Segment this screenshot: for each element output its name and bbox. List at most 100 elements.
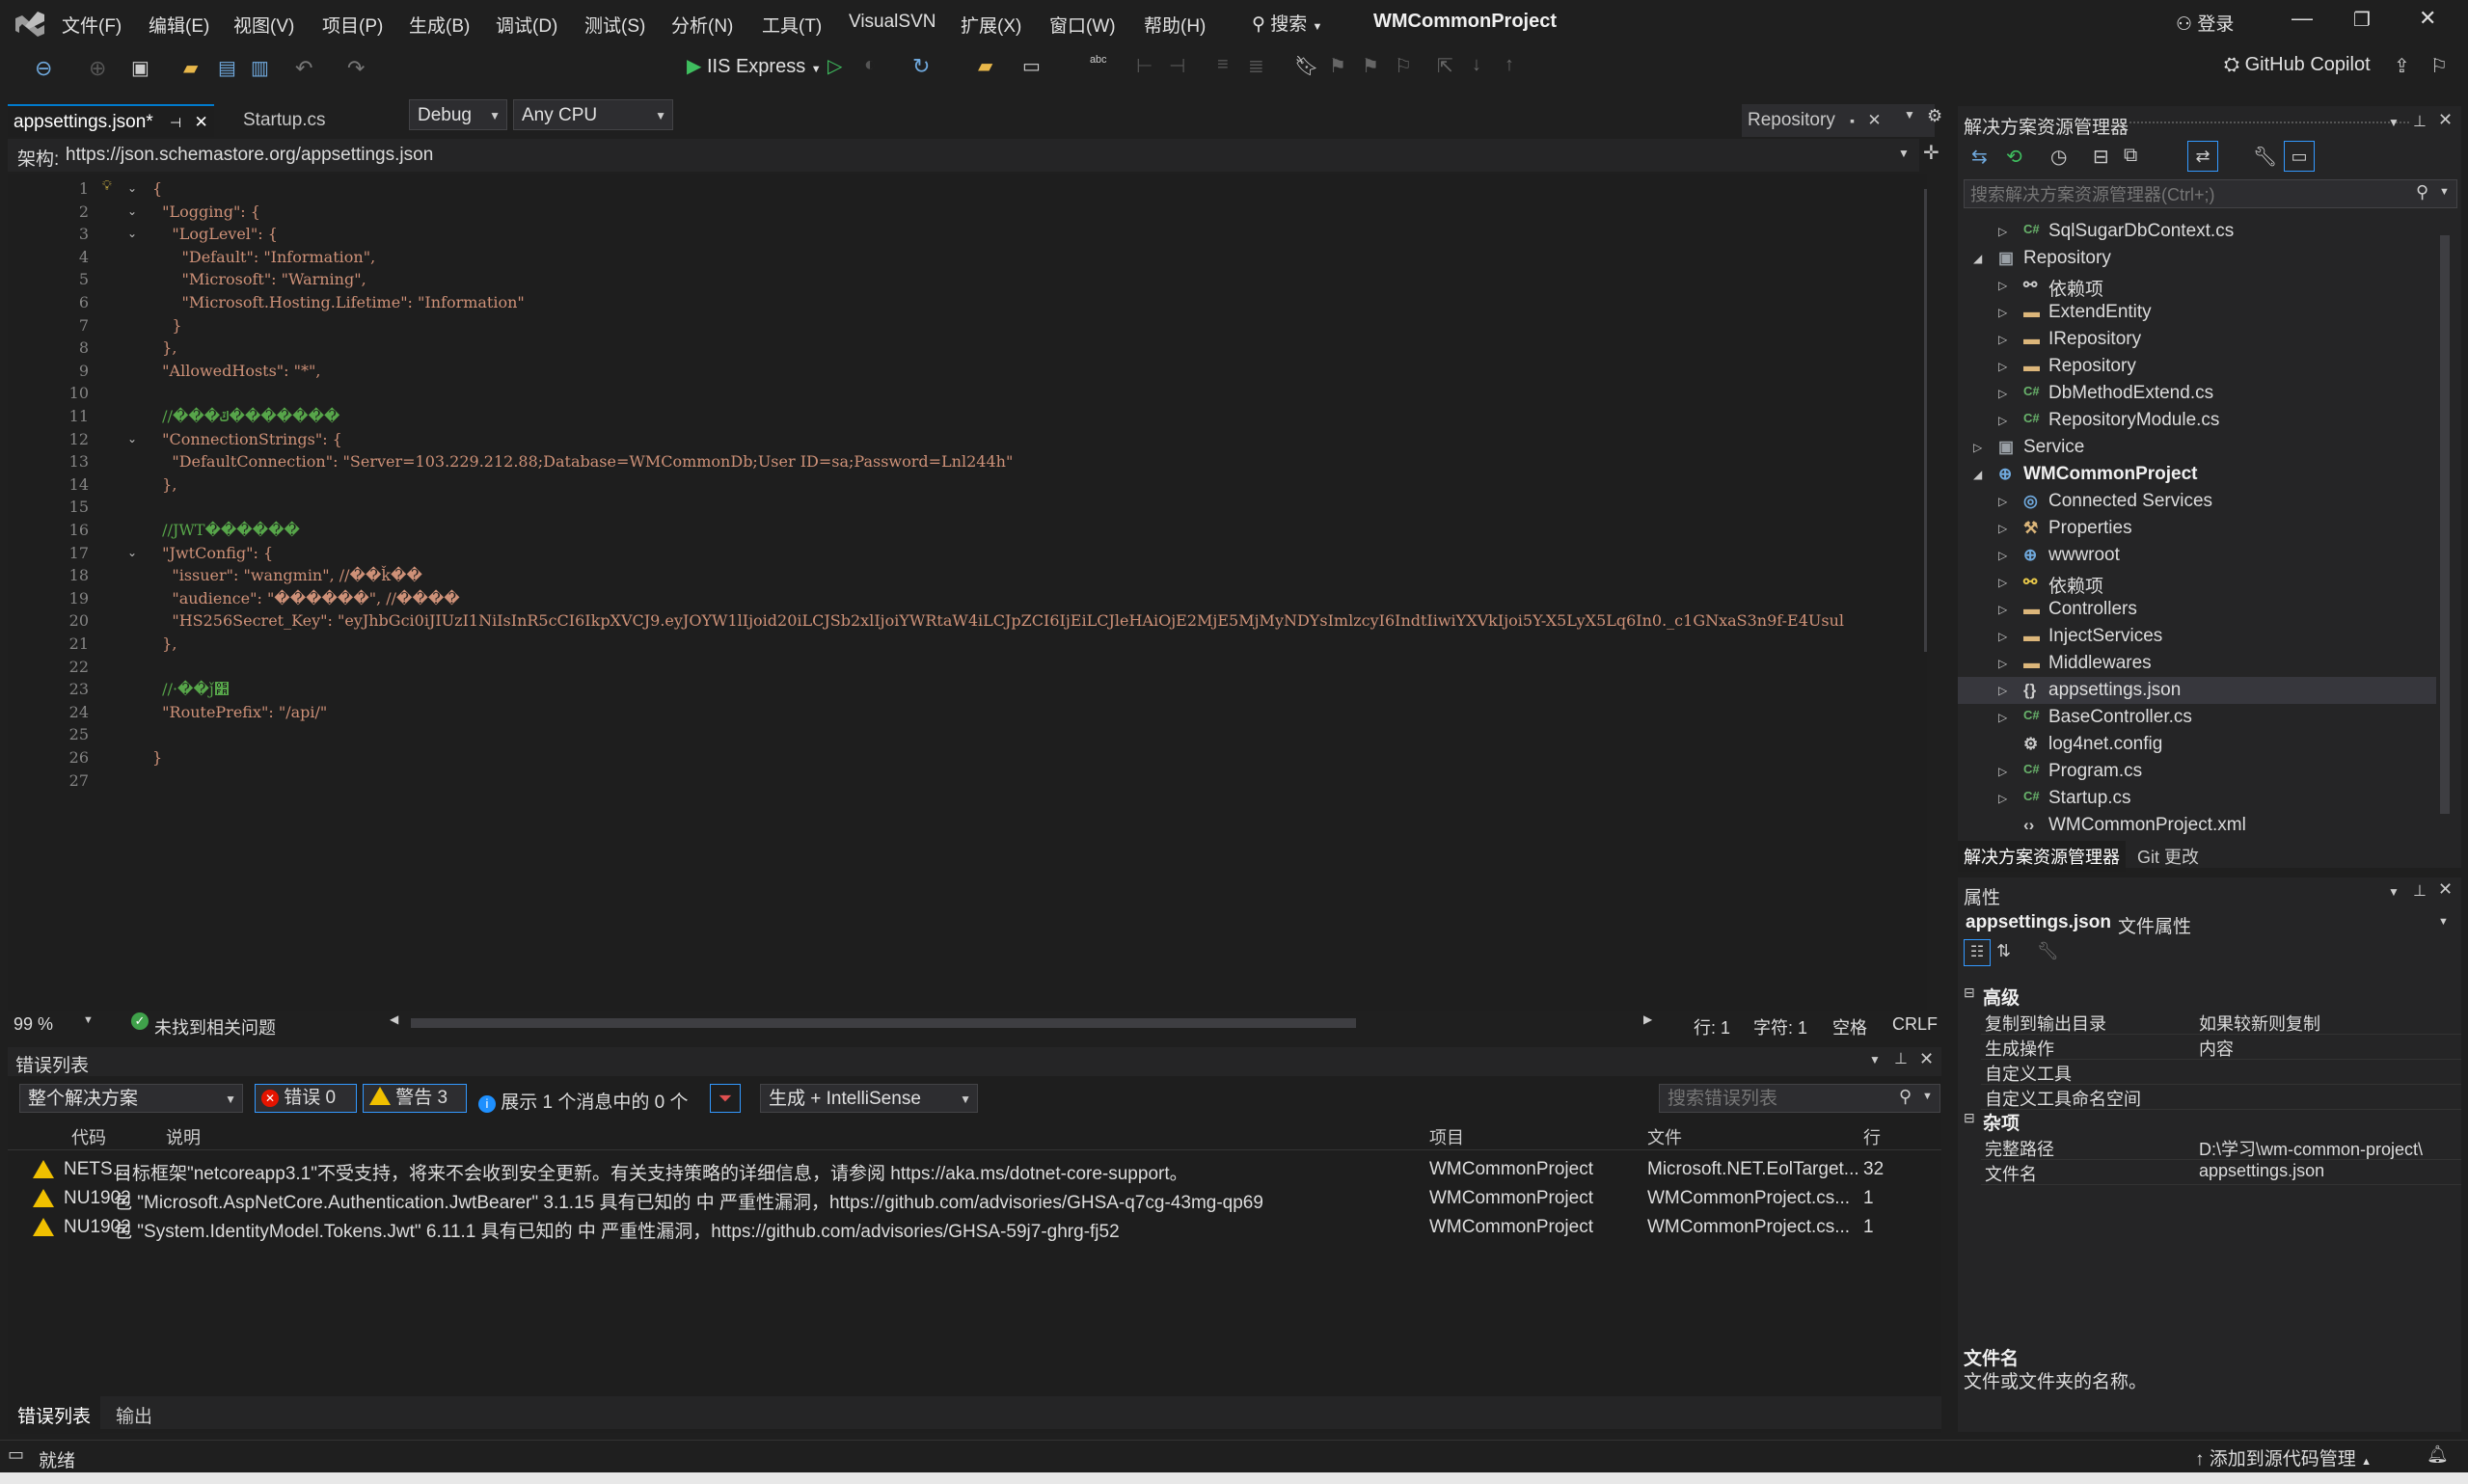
tree-item-label[interactable]: Properties bbox=[2048, 518, 2132, 539]
undo-icon[interactable]: ↶ bbox=[295, 56, 312, 81]
push-down-icon[interactable]: ↓ bbox=[1472, 54, 1481, 76]
fold-toggle-icon[interactable]: ⌄ bbox=[127, 227, 137, 240]
tree-item-label[interactable]: Repository bbox=[2048, 356, 2136, 377]
fold-toggle-icon[interactable]: ⌄ bbox=[127, 181, 137, 195]
menu-item[interactable]: 测试(S) bbox=[584, 12, 645, 38]
bookmark-icon[interactable]: 🔖︎ bbox=[1294, 54, 1318, 78]
collapse-arrow-icon[interactable]: ◢ bbox=[1973, 468, 1982, 481]
column-header-description[interactable]: 说明 bbox=[166, 1124, 201, 1149]
menu-item[interactable]: 帮助(H) bbox=[1144, 12, 1206, 38]
close-icon[interactable]: ✕ bbox=[2438, 879, 2453, 900]
save-icon[interactable]: ▤ bbox=[218, 56, 236, 80]
menu-item[interactable]: 分析(N) bbox=[671, 12, 733, 38]
pin-icon[interactable]: ⊥ bbox=[2413, 881, 2427, 901]
solution-tree-scrollbar[interactable] bbox=[2438, 220, 2452, 837]
expand-arrow-icon[interactable]: ▷ bbox=[1998, 657, 2007, 670]
feedback-icon[interactable]: ⚐ bbox=[2430, 54, 2448, 78]
property-value[interactable]: 内容 bbox=[2199, 1036, 2459, 1061]
property-value[interactable]: D:\学习\wm-common-project\ bbox=[2199, 1136, 2459, 1161]
expand-arrow-icon[interactable]: ▷ bbox=[1998, 711, 2007, 724]
collapse-all-icon[interactable]: ⊟ bbox=[2093, 145, 2109, 169]
expand-arrow-icon[interactable]: ▷ bbox=[1998, 792, 2007, 805]
live-share-icon[interactable]: ⇪ bbox=[2394, 54, 2410, 78]
show-all-files-icon[interactable]: ⧉ bbox=[2124, 145, 2137, 167]
column-header-code[interactable]: 代码 bbox=[71, 1124, 106, 1149]
chevron-down-icon[interactable]: ▼ bbox=[1869, 1053, 1881, 1066]
build-intellisense-dropdown[interactable]: 生成 + IntelliSense ▼ bbox=[760, 1084, 978, 1113]
tree-item-label[interactable]: Middlewares bbox=[2048, 653, 2152, 674]
switch-view-icon[interactable]: ⇆ bbox=[1971, 145, 1988, 169]
minimize-button[interactable]: — bbox=[2292, 6, 2313, 31]
expand-arrow-icon[interactable]: ▷ bbox=[1998, 765, 2007, 778]
tree-item-label[interactable]: 依赖项 bbox=[2048, 275, 2103, 301]
collapse-section-icon[interactable]: ⊟ bbox=[1964, 1110, 1975, 1126]
prev-bookmark-icon[interactable]: ⚑ bbox=[1329, 54, 1346, 78]
open-folder-icon[interactable]: ▰ bbox=[183, 56, 198, 80]
tree-item-label[interactable]: DbMethodExtend.cs bbox=[2048, 383, 2213, 404]
preview-selected-items-icon[interactable]: ▭ bbox=[2284, 141, 2315, 172]
tree-item-label[interactable]: ExtendEntity bbox=[2048, 302, 2152, 323]
search-menu[interactable]: ⚲ 搜索 ▼ bbox=[1252, 10, 1322, 36]
close-icon[interactable]: ✕ bbox=[1919, 1049, 1934, 1069]
scrollbar-thumb[interactable] bbox=[411, 1018, 1356, 1028]
push-up-icon[interactable]: ↑ bbox=[1505, 54, 1514, 76]
expand-arrow-icon[interactable]: ▷ bbox=[1973, 441, 1982, 454]
properties-object-selector[interactable]: appsettings.json 文件属性 ▼ bbox=[1958, 910, 2461, 937]
expand-arrow-icon[interactable]: ▷ bbox=[1998, 522, 2007, 535]
tree-item-label[interactable]: 依赖项 bbox=[2048, 572, 2103, 598]
navigate-back-icon[interactable]: ⊖ bbox=[35, 56, 52, 81]
tab-error-list[interactable]: 错误列表 bbox=[8, 1396, 101, 1434]
tree-item-label[interactable]: wwwroot bbox=[2048, 545, 2120, 566]
column-header-line[interactable]: 行 bbox=[1863, 1124, 1881, 1149]
notification-icon[interactable]: ▭ bbox=[8, 1444, 24, 1465]
tree-item-label[interactable]: Connected Services bbox=[2048, 491, 2212, 512]
tab-solution-explorer[interactable]: 解决方案资源管理器 bbox=[1958, 841, 2126, 872]
tab-output[interactable]: 输出 bbox=[106, 1396, 162, 1434]
property-pages-icon[interactable]: 🔧︎ bbox=[2037, 941, 2059, 961]
save-all-icon[interactable]: ▥ bbox=[251, 56, 269, 80]
expand-arrow-icon[interactable]: ▷ bbox=[1998, 630, 2007, 643]
expand-arrow-icon[interactable]: ▷ bbox=[1998, 333, 2007, 346]
pin-icon[interactable]: ⊥ bbox=[2413, 112, 2427, 131]
menu-item[interactable]: 项目(P) bbox=[322, 12, 383, 38]
column-header-file[interactable]: 文件 bbox=[1647, 1124, 1682, 1149]
tree-item-label[interactable]: Controllers bbox=[2048, 599, 2137, 620]
comment-icon[interactable]: ≡ bbox=[1217, 54, 1229, 76]
tree-item-label[interactable]: WMCommonProject.xml bbox=[2048, 815, 2246, 836]
start-debugging-button[interactable]: ▶ IIS Express ▼ bbox=[687, 54, 822, 78]
property-value[interactable]: appsettings.json bbox=[2199, 1161, 2459, 1181]
pin-icon[interactable]: ▪ bbox=[1850, 113, 1855, 128]
property-row[interactable]: 复制到输出目录 如果较新则复制 bbox=[1981, 1009, 2461, 1035]
expand-arrow-icon[interactable]: ▷ bbox=[1998, 387, 2007, 400]
chevron-down-icon[interactable]: ▼ bbox=[2388, 116, 2400, 129]
line-ending-indicator[interactable]: CRLF bbox=[1892, 1014, 1938, 1035]
tab-overflow-icon[interactable]: ▼ bbox=[1904, 108, 1915, 121]
scrollbar-thumb[interactable] bbox=[2440, 235, 2450, 814]
login-button[interactable]: ⚇ 登录 bbox=[2176, 10, 2234, 36]
column-header-project[interactable]: 项目 bbox=[1429, 1124, 1464, 1149]
issues-status[interactable]: 未找到相关问题 bbox=[154, 1014, 276, 1039]
menu-item[interactable]: 编辑(E) bbox=[149, 12, 209, 38]
menu-item[interactable]: 文件(F) bbox=[62, 12, 122, 38]
tree-item-label[interactable]: IRepository bbox=[2048, 329, 2141, 350]
property-row[interactable]: 自定义工具命名空间 bbox=[1981, 1084, 2461, 1110]
chevron-down-icon[interactable]: ▼ bbox=[1898, 147, 1910, 160]
tab-git-changes[interactable]: Git 更改 bbox=[2131, 841, 2205, 872]
uncomment-icon[interactable]: ≣ bbox=[1248, 54, 1264, 78]
error-scope-dropdown[interactable]: 整个解决方案 ▼ bbox=[19, 1084, 243, 1113]
expand-arrow-icon[interactable]: ▷ bbox=[1998, 414, 2007, 427]
new-item-icon[interactable]: ▣ bbox=[131, 56, 149, 80]
spell-check-icon[interactable]: ᵃᵇᶜ bbox=[1090, 54, 1107, 71]
notifications-bell-icon[interactable]: 🔔︎ bbox=[2427, 1444, 2449, 1465]
close-window-button[interactable]: ✕ bbox=[2419, 6, 2436, 31]
error-list-row[interactable]: NU1902 包 "System.IdentityModel.Tokens.Jwt… bbox=[8, 1213, 1941, 1242]
tree-item-label[interactable]: WMCommonProject bbox=[2023, 464, 2198, 485]
expand-arrow-icon[interactable]: ▷ bbox=[1998, 603, 2007, 616]
warnings-filter-button[interactable]: 警告 3 bbox=[363, 1084, 467, 1113]
pin-icon[interactable]: ⊣ bbox=[170, 115, 181, 130]
menu-item[interactable]: 窗口(W) bbox=[1049, 12, 1116, 38]
pending-changes-icon[interactable]: ◷ bbox=[2050, 145, 2067, 169]
close-icon[interactable]: ✕ bbox=[2438, 110, 2453, 130]
solution-search-input[interactable] bbox=[1968, 183, 2397, 206]
sync-icon[interactable]: ⟲ bbox=[2006, 145, 2022, 169]
